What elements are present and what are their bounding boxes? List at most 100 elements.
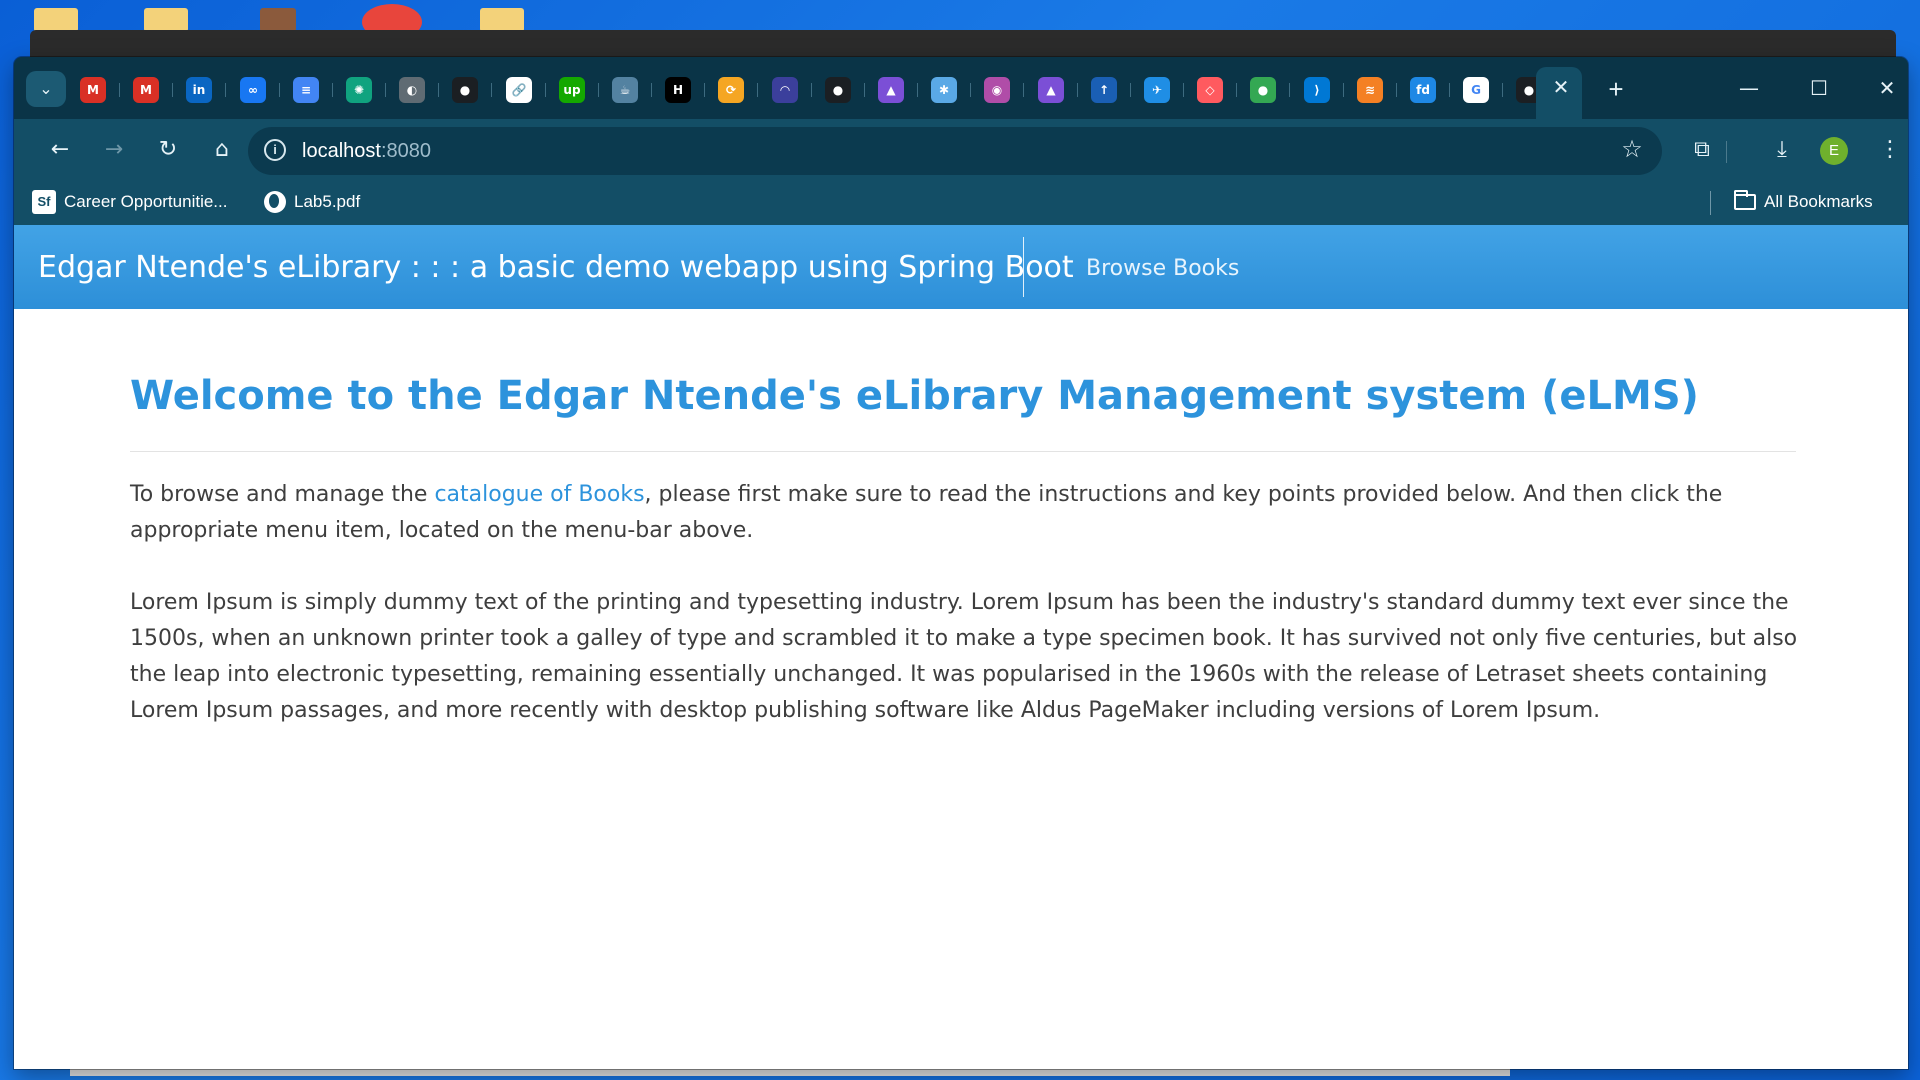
tab-separator <box>1449 83 1450 97</box>
tab-separator <box>864 83 865 97</box>
tab-separator <box>811 83 812 97</box>
linkedin-icon[interactable]: in <box>186 77 212 103</box>
sourcegraph-icon[interactable]: ⟳ <box>718 77 744 103</box>
meta-icon[interactable]: ∞ <box>240 77 266 103</box>
tab-separator <box>119 83 120 97</box>
globe-icon[interactable]: ◐ <box>399 77 425 103</box>
chatgpt-icon[interactable]: ✺ <box>346 77 372 103</box>
home-button[interactable]: ⌂ <box>204 133 240 169</box>
gmail-icon[interactable]: M <box>133 77 159 103</box>
bookmark-lab5-pdf[interactable]: Lab5.pdf <box>264 189 360 215</box>
maximize-button[interactable]: ☐ <box>1796 71 1842 105</box>
page-viewport: Edgar Ntende's eLibrary : : : a basic de… <box>14 225 1908 1069</box>
minimize-button[interactable]: — <box>1726 71 1772 105</box>
desktop-app-icon[interactable] <box>260 8 296 32</box>
lorem-paragraph: Lorem Ipsum is simply dummy text of the … <box>130 590 1798 723</box>
tab-separator <box>598 83 599 97</box>
navbar-divider <box>1023 237 1024 297</box>
bookmark-career-opportunities[interactable]: Sf Career Opportunitie... <box>32 189 227 215</box>
url-port: :8080 <box>380 140 431 162</box>
bookmarks-divider <box>1710 191 1711 215</box>
catalogue-link[interactable]: catalogue of Books <box>434 482 644 507</box>
app-brand[interactable]: Edgar Ntende's eLibrary : : : a basic de… <box>38 250 1074 285</box>
forward-button[interactable]: → <box>96 133 132 169</box>
tab-separator <box>1396 83 1397 97</box>
google-docs-icon[interactable]: ≡ <box>293 77 319 103</box>
profile-avatar[interactable]: E <box>1820 137 1848 165</box>
google-icon[interactable]: G <box>1463 77 1489 103</box>
gmail-icon[interactable]: M <box>80 77 106 103</box>
desktop-folder-icon[interactable] <box>34 8 78 32</box>
freedocs-icon[interactable]: fd <box>1410 77 1436 103</box>
tab-separator <box>1183 83 1184 97</box>
nav-browse-books[interactable]: Browse Books <box>1086 256 1239 281</box>
back-button[interactable]: ← <box>42 133 78 169</box>
url-text[interactable]: localhost:8080 <box>302 140 431 163</box>
lightbulb-icon[interactable]: ✱ <box>931 77 957 103</box>
tab-separator <box>438 83 439 97</box>
rocket-icon[interactable]: ▲ <box>878 77 904 103</box>
bookmark-label: Career Opportunitie... <box>64 192 228 211</box>
tab-separator <box>545 83 546 97</box>
intro-paragraph: To browse and manage the catalogue of Bo… <box>130 477 1798 549</box>
tab-separator <box>491 83 492 97</box>
download-icon[interactable]: ⤓ <box>1764 133 1800 169</box>
tab-strip: ⌄ M Min ∞ ≡ ✺ ◐ ● 🔗 up ☕ H ⟳ ◠ ● ▲ ✱ ◉ ▲ ↑ ✈ ◇ ● ⟩ ≋ fd G ● ✕ + — … <box>14 57 1908 119</box>
intro-text-before: To browse and manage the <box>130 482 435 507</box>
close-window-button[interactable]: ✕ <box>1864 71 1908 105</box>
heading-divider <box>130 451 1796 452</box>
tab-separator <box>1236 83 1237 97</box>
tab-separator <box>917 83 918 97</box>
all-bookmarks-button[interactable]: All Bookmarks <box>1734 189 1873 215</box>
new-tab-button[interactable]: + <box>1599 73 1633 107</box>
tab-separator <box>1077 83 1078 97</box>
upload-icon[interactable]: ↑ <box>1091 77 1117 103</box>
extensions-icon[interactable]: ⧉ <box>1684 133 1720 169</box>
desktop-folder-icon[interactable] <box>480 8 524 32</box>
tab-separator <box>172 83 173 97</box>
page-title: Welcome to the Edgar Ntende's eLibrary M… <box>130 373 1699 419</box>
tab-separator <box>757 83 758 97</box>
stackoverflow-icon[interactable]: ≋ <box>1357 77 1383 103</box>
folder-icon <box>1734 190 1756 210</box>
all-bookmarks-label: All Bookmarks <box>1764 192 1873 211</box>
globe-icon <box>264 191 286 213</box>
bookmark-star-icon[interactable]: ☆ <box>1616 135 1648 167</box>
desktop-folder-icon[interactable] <box>144 8 188 32</box>
tab-separator <box>970 83 971 97</box>
sfi-icon: Sf <box>32 190 56 214</box>
chevron-down-icon: ⌄ <box>39 81 53 98</box>
tab-separator <box>1130 83 1131 97</box>
browser-menu-icon[interactable]: ⋮ <box>1872 133 1908 169</box>
site-info-icon[interactable]: i <box>264 139 286 161</box>
java-icon[interactable]: ☕ <box>612 77 638 103</box>
toolbar-divider <box>1726 141 1727 163</box>
tab-separator <box>332 83 333 97</box>
tab-separator <box>704 83 705 97</box>
address-bar[interactable]: i localhost:8080 ☆ <box>248 127 1662 175</box>
airbnb-icon[interactable]: ◇ <box>1197 77 1223 103</box>
tab-separator <box>225 83 226 97</box>
close-tab-icon[interactable]: ✕ <box>1550 77 1572 99</box>
podcast-icon[interactable]: ◉ <box>984 77 1010 103</box>
reload-button[interactable]: ↻ <box>150 133 186 169</box>
vscode-icon[interactable]: ⟩ <box>1304 77 1330 103</box>
speedometer-icon[interactable]: ◠ <box>772 77 798 103</box>
bookmark-label: Lab5.pdf <box>294 192 361 211</box>
airplane-icon[interactable]: ✈ <box>1144 77 1170 103</box>
rocket-icon[interactable]: ▲ <box>1038 77 1064 103</box>
url-host: localhost <box>302 140 381 162</box>
github-icon[interactable]: ● <box>825 77 851 103</box>
browser-window: ⌄ M Min ∞ ≡ ✺ ◐ ● 🔗 up ☕ H ⟳ ◠ ● ▲ ✱ ◉ ▲ ↑ ✈ ◇ ● ⟩ ≋ fd G ● ✕ + — … <box>14 57 1908 1069</box>
upwork-icon[interactable]: up <box>559 77 585 103</box>
tab-search-button[interactable]: ⌄ <box>26 71 66 107</box>
tab-separator <box>279 83 280 97</box>
hackerrank-icon[interactable]: H <box>665 77 691 103</box>
browser-toolbar: ← → ↻ ⌂ i localhost:8080 ☆ ⧉ ⤓ E ⋮ <box>14 119 1908 179</box>
github-icon[interactable]: ● <box>452 77 478 103</box>
link-icon[interactable]: 🔗 <box>506 77 532 103</box>
app-navbar: Edgar Ntende's eLibrary : : : a basic de… <box>14 225 1908 309</box>
tab-separator <box>1023 83 1024 97</box>
tab-separator <box>1502 83 1503 97</box>
google-maps-icon[interactable]: ● <box>1250 77 1276 103</box>
